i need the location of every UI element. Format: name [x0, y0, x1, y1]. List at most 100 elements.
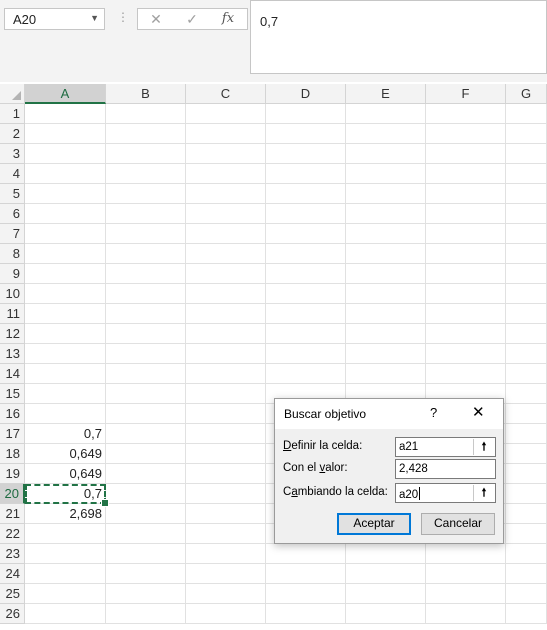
worksheet-grid[interactable]: 1 2 3 4 5 6 7 8 9 10 11 12 13 14 15 16 17 0,7 18 0,649 19 0,6… — [0, 104, 547, 630]
cell-a11[interactable] — [25, 304, 106, 324]
cell-c3[interactable] — [186, 144, 266, 164]
cell-d9[interactable] — [266, 264, 346, 284]
column-header-d[interactable]: D — [266, 84, 346, 103]
cell-b12[interactable] — [106, 324, 186, 344]
cell-d23[interactable] — [266, 544, 346, 564]
cell-a9[interactable] — [25, 264, 106, 284]
cell-c21[interactable] — [186, 504, 266, 524]
row-header[interactable]: 19 — [0, 464, 25, 484]
cell-b26[interactable] — [106, 604, 186, 624]
cell-e8[interactable] — [346, 244, 426, 264]
cell-d26[interactable] — [266, 604, 346, 624]
cell-b13[interactable] — [106, 344, 186, 364]
cell-f26[interactable] — [426, 604, 506, 624]
cell-a21[interactable]: 2,698 — [25, 504, 106, 524]
cell-g2[interactable] — [506, 124, 547, 144]
cell-a10[interactable] — [25, 284, 106, 304]
cell-e24[interactable] — [346, 564, 426, 584]
dialog-titlebar[interactable]: Buscar objetivo ? ✕ — [275, 399, 503, 429]
cell-a4[interactable] — [25, 164, 106, 184]
cell-b16[interactable] — [106, 404, 186, 424]
cell-a13[interactable] — [25, 344, 106, 364]
row-header[interactable]: 20 — [0, 484, 25, 504]
accept-button[interactable]: Aceptar — [337, 513, 411, 535]
cell-g10[interactable] — [506, 284, 547, 304]
more-icon[interactable]: ⋮ — [117, 10, 129, 24]
column-header-f[interactable]: F — [426, 84, 506, 103]
name-box[interactable]: A20 ▼ — [4, 8, 105, 30]
cell-d5[interactable] — [266, 184, 346, 204]
cell-c2[interactable] — [186, 124, 266, 144]
cell-a24[interactable] — [25, 564, 106, 584]
cell-b23[interactable] — [106, 544, 186, 564]
cell-f9[interactable] — [426, 264, 506, 284]
row-header[interactable]: 1 — [0, 104, 25, 124]
row-header[interactable]: 18 — [0, 444, 25, 464]
cell-g11[interactable] — [506, 304, 547, 324]
cell-d14[interactable] — [266, 364, 346, 384]
cell-e1[interactable] — [346, 104, 426, 124]
cell-c6[interactable] — [186, 204, 266, 224]
cell-b20[interactable] — [106, 484, 186, 504]
enter-icon[interactable]: ✓ — [180, 10, 204, 28]
row-header[interactable]: 25 — [0, 584, 25, 604]
cell-d4[interactable] — [266, 164, 346, 184]
cell-c24[interactable] — [186, 564, 266, 584]
row-header[interactable]: 14 — [0, 364, 25, 384]
cell-e5[interactable] — [346, 184, 426, 204]
cell-f10[interactable] — [426, 284, 506, 304]
cell-e9[interactable] — [346, 264, 426, 284]
cell-b4[interactable] — [106, 164, 186, 184]
cell-f12[interactable] — [426, 324, 506, 344]
cell-a5[interactable] — [25, 184, 106, 204]
cell-f5[interactable] — [426, 184, 506, 204]
cell-b3[interactable] — [106, 144, 186, 164]
cell-b21[interactable] — [106, 504, 186, 524]
cell-d13[interactable] — [266, 344, 346, 364]
cell-c22[interactable] — [186, 524, 266, 544]
cell-g17[interactable] — [506, 424, 547, 444]
cell-b25[interactable] — [106, 584, 186, 604]
cell-d2[interactable] — [266, 124, 346, 144]
cell-c5[interactable] — [186, 184, 266, 204]
cell-c18[interactable] — [186, 444, 266, 464]
cell-a19[interactable]: 0,649 — [25, 464, 106, 484]
cell-g8[interactable] — [506, 244, 547, 264]
cell-f13[interactable] — [426, 344, 506, 364]
cell-c19[interactable] — [186, 464, 266, 484]
cell-g18[interactable] — [506, 444, 547, 464]
cell-a8[interactable] — [25, 244, 106, 264]
cell-e3[interactable] — [346, 144, 426, 164]
close-icon[interactable]: ✕ — [472, 403, 485, 421]
cell-b7[interactable] — [106, 224, 186, 244]
fill-handle[interactable] — [101, 499, 109, 507]
cancel-button[interactable]: Cancelar — [421, 513, 495, 535]
row-header[interactable]: 22 — [0, 524, 25, 544]
cell-e7[interactable] — [346, 224, 426, 244]
row-header[interactable]: 24 — [0, 564, 25, 584]
row-header[interactable]: 9 — [0, 264, 25, 284]
cell-g6[interactable] — [506, 204, 547, 224]
cell-e14[interactable] — [346, 364, 426, 384]
cell-g15[interactable] — [506, 384, 547, 404]
cell-b5[interactable] — [106, 184, 186, 204]
cell-f1[interactable] — [426, 104, 506, 124]
row-header[interactable]: 23 — [0, 544, 25, 564]
cell-g12[interactable] — [506, 324, 547, 344]
cell-e11[interactable] — [346, 304, 426, 324]
row-header[interactable]: 17 — [0, 424, 25, 444]
cell-f14[interactable] — [426, 364, 506, 384]
row-header[interactable]: 5 — [0, 184, 25, 204]
cell-c8[interactable] — [186, 244, 266, 264]
row-header[interactable]: 4 — [0, 164, 25, 184]
cell-d11[interactable] — [266, 304, 346, 324]
cell-a14[interactable] — [25, 364, 106, 384]
cell-c11[interactable] — [186, 304, 266, 324]
cell-c14[interactable] — [186, 364, 266, 384]
cell-b15[interactable] — [106, 384, 186, 404]
row-header[interactable]: 8 — [0, 244, 25, 264]
cell-a15[interactable] — [25, 384, 106, 404]
cell-a17[interactable]: 0,7 — [25, 424, 106, 444]
cell-a3[interactable] — [25, 144, 106, 164]
cell-f8[interactable] — [426, 244, 506, 264]
